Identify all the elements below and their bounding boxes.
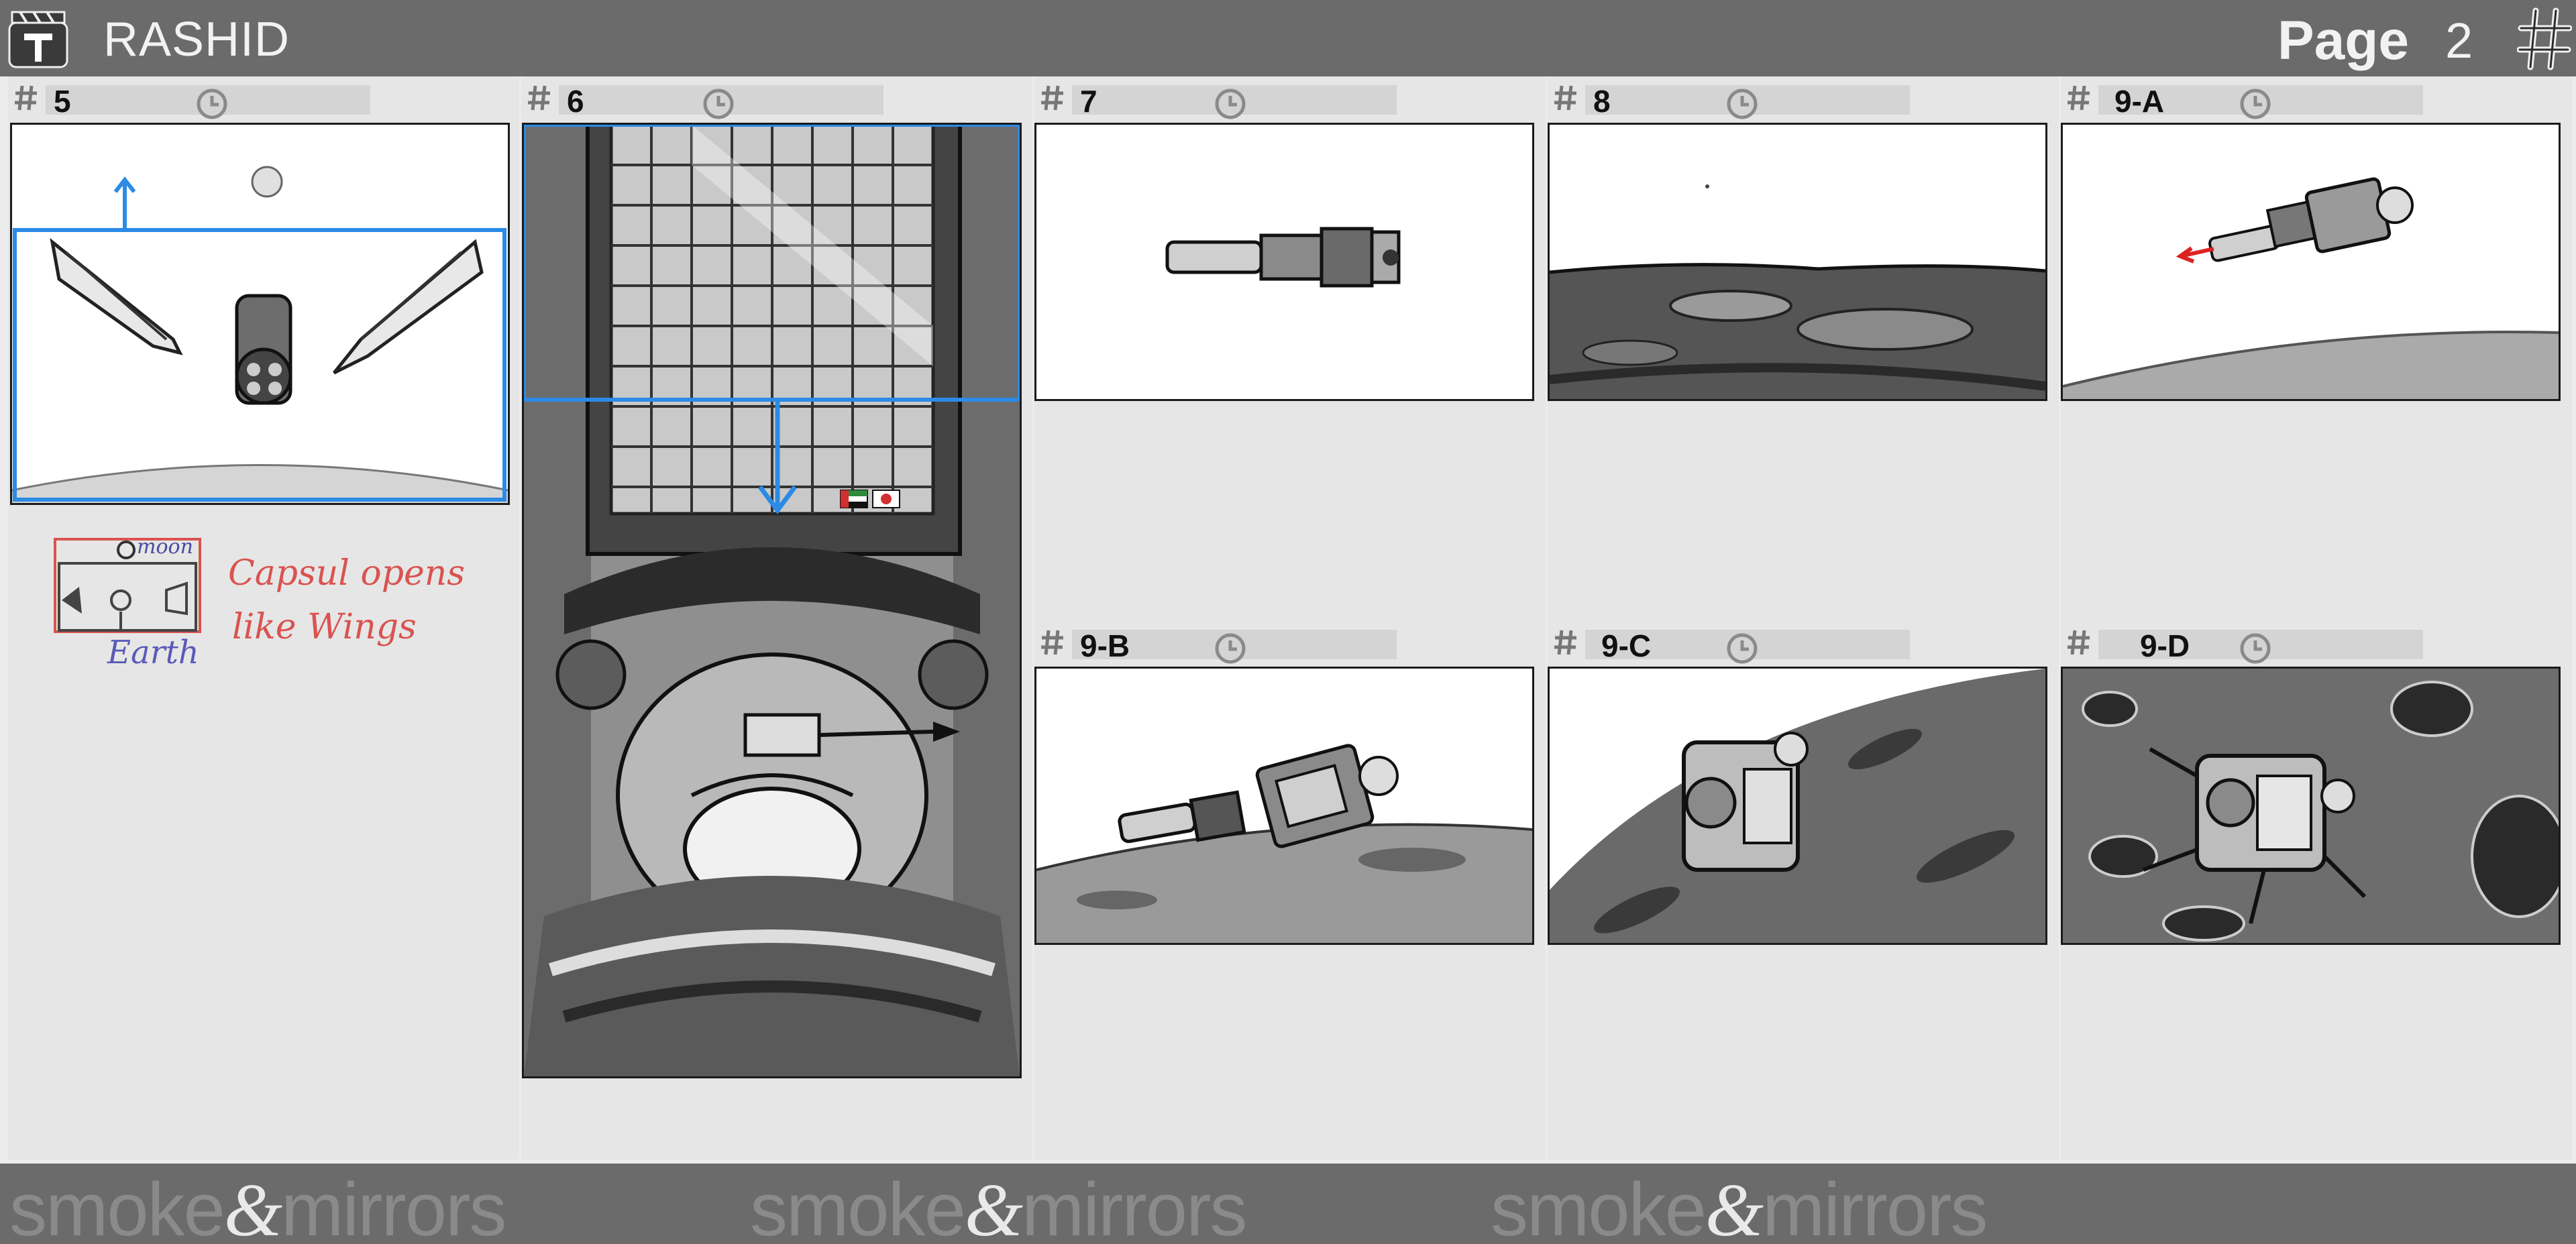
panel-number: 8 — [1593, 84, 1611, 119]
panel-frame-9d[interactable] — [2061, 667, 2561, 945]
panel-frame-9a[interactable] — [2061, 123, 2561, 401]
panel-header-7[interactable]: 7 — [1034, 79, 1546, 119]
panel-header-5[interactable]: 5 — [8, 79, 519, 119]
panel-number: 9-D — [2140, 628, 2190, 663]
brand-text-left: smoke — [1491, 1168, 1707, 1244]
hash-icon[interactable] — [2516, 7, 2573, 71]
footer-bar: smoke&mirrors smoke&mirrors smoke&mirror… — [0, 1164, 2576, 1244]
note-line-2: like Wings — [232, 607, 417, 647]
panel-frame-9b[interactable] — [1034, 667, 1534, 945]
clapperboard-t-icon[interactable] — [7, 8, 70, 70]
brand-text-right: mirrors — [1022, 1168, 1247, 1244]
separation-illustration — [1036, 744, 1532, 943]
brand-text-left: smoke — [9, 1168, 225, 1244]
clock-icon[interactable] — [195, 87, 229, 121]
panel-frame-6[interactable] — [522, 123, 1022, 1078]
page-number[interactable]: 2 — [2445, 12, 2473, 69]
hash-icon — [2068, 630, 2090, 655]
panel-header-6[interactable]: 6 — [521, 79, 1032, 119]
panel-frame-7[interactable] — [1034, 123, 1534, 401]
panel-number: 9-B — [1080, 628, 1130, 663]
lander-rover-illustration — [524, 125, 1020, 1076]
brand-text-left: smoke — [750, 1168, 966, 1244]
brand-text-right: mirrors — [1762, 1168, 1988, 1244]
clock-icon[interactable] — [1213, 87, 1248, 121]
lander-approach-illustration — [1550, 669, 2045, 943]
panel-frame-9c[interactable] — [1548, 667, 2047, 945]
brand-ampersand: & — [964, 1169, 1023, 1244]
sketch-label-moon: moon — [137, 535, 193, 559]
moon-surface-illustration — [1550, 184, 2045, 399]
lander-touchdown-illustration — [2063, 669, 2559, 943]
panel-header-9d[interactable]: 9-D — [2061, 624, 2572, 664]
hash-icon — [1041, 630, 1063, 655]
page-label: Page — [2277, 10, 2409, 71]
panel-number: 9-A — [2114, 84, 2165, 119]
note-line-1: Capsul opens — [228, 553, 465, 593]
hash-icon — [15, 85, 37, 111]
footer-logo-2: smoke&mirrors — [750, 1166, 1247, 1244]
brand-text-right: mirrors — [281, 1168, 506, 1244]
sketch-label-earth: Earth — [107, 634, 199, 671]
hash-icon — [528, 85, 550, 111]
clock-icon[interactable] — [2238, 631, 2273, 666]
hash-icon — [1554, 85, 1576, 111]
panel-frame-5[interactable] — [10, 123, 510, 505]
capsule-wings-illustration — [12, 166, 508, 503]
panel-header-9b[interactable]: 9-B — [1034, 624, 1546, 664]
clock-icon[interactable] — [1213, 631, 1248, 666]
project-title: RASHID — [103, 13, 290, 66]
hash-icon — [1041, 85, 1063, 111]
spacecraft-descent-illustration — [2063, 177, 2559, 399]
header-bar: RASHID Page 2 — [0, 0, 2576, 76]
hash-icon — [1554, 630, 1576, 655]
brand-ampersand: & — [223, 1169, 282, 1244]
panel-number: 7 — [1080, 84, 1097, 119]
clock-icon[interactable] — [701, 87, 736, 121]
panel-frame-8[interactable] — [1548, 123, 2047, 401]
panel-number: 6 — [567, 84, 584, 119]
panel-header-8[interactable]: 8 — [1548, 79, 2059, 119]
footer-logo-3: smoke&mirrors — [1491, 1166, 1988, 1244]
panel-header-9a[interactable]: 9-A — [2061, 79, 2572, 119]
hash-icon — [2068, 85, 2090, 111]
clock-icon[interactable] — [2238, 87, 2273, 121]
panel-header-9c[interactable]: 9-C — [1548, 624, 2059, 664]
footer-logo-1: smoke&mirrors — [9, 1166, 506, 1244]
spacecraft-illustration — [1165, 227, 1401, 288]
panel-number: 9-C — [1601, 628, 1652, 663]
panel-number: 5 — [54, 84, 71, 119]
clock-icon[interactable] — [1725, 631, 1760, 666]
clock-icon[interactable] — [1725, 87, 1760, 121]
brand-ampersand: & — [1705, 1169, 1764, 1244]
